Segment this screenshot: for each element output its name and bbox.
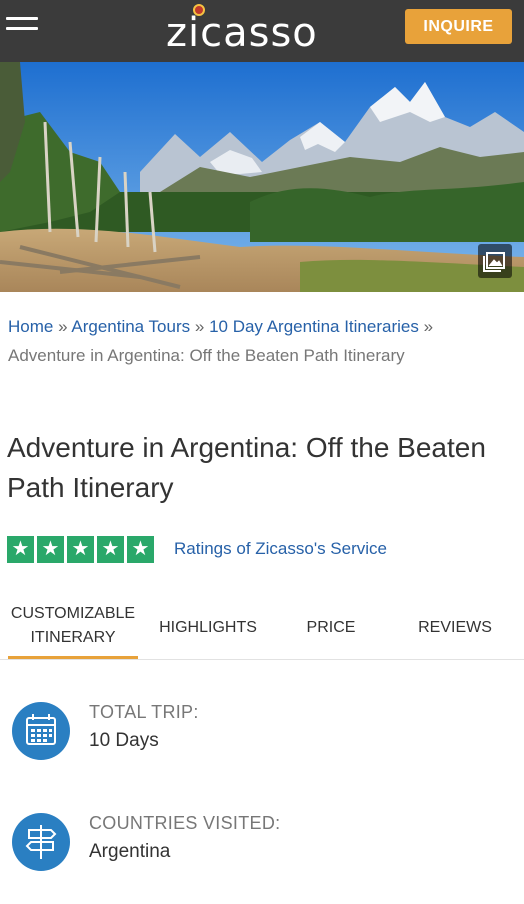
- star-icon: ★: [67, 536, 94, 563]
- page-title: Adventure in Argentina: Off the Beaten P…: [7, 432, 486, 503]
- inquire-button[interactable]: INQUIRE: [405, 9, 512, 44]
- breadcrumb-current: Adventure in Argentina: Off the Beaten P…: [8, 345, 405, 365]
- logo-dot: [193, 4, 205, 16]
- gallery-icon[interactable]: [478, 244, 512, 278]
- signpost-icon: [12, 813, 70, 871]
- breadcrumb-home[interactable]: Home: [8, 317, 53, 336]
- tab-highlights[interactable]: HIGHLIGHTS: [152, 596, 264, 659]
- tab-customizable-itinerary[interactable]: CUSTOMIZABLE ITINERARY: [8, 596, 138, 659]
- breadcrumb-argentina-tours[interactable]: Argentina Tours: [71, 317, 190, 336]
- info-label: TOTAL TRIP:: [89, 702, 199, 722]
- tab-reviews[interactable]: REVIEWS: [410, 596, 500, 659]
- hero-image: [0, 62, 524, 292]
- tab-price[interactable]: PRICE: [296, 596, 366, 659]
- countries-visited-info: COUNTRIES VISITED: Argentina: [12, 813, 492, 873]
- ratings-link[interactable]: Ratings of Zicasso's Service: [174, 539, 387, 559]
- logo-text: zicasso: [166, 10, 318, 56]
- star-icon: ★: [127, 536, 154, 563]
- info-value: Argentina: [89, 841, 171, 862]
- breadcrumb-separator: »: [423, 317, 434, 336]
- star-icon: ★: [7, 536, 34, 563]
- info-label: COUNTRIES VISITED:: [89, 813, 281, 833]
- site-header: zicasso INQUIRE: [0, 0, 524, 62]
- breadcrumb-itineraries[interactable]: 10 Day Argentina Itineraries: [209, 317, 419, 336]
- breadcrumb-separator: »: [194, 317, 205, 336]
- info-value: 10 Days: [89, 730, 159, 751]
- trustpilot-stars: ★ ★ ★ ★ ★: [7, 536, 154, 563]
- star-icon: ★: [97, 536, 124, 563]
- hero-landscape: [0, 62, 524, 292]
- star-icon: ★: [37, 536, 64, 563]
- total-trip-info: TOTAL TRIP: 10 Days: [12, 702, 492, 762]
- zicasso-logo[interactable]: zicasso: [166, 4, 356, 58]
- hamburger-menu-icon[interactable]: [6, 14, 40, 36]
- breadcrumb: Home » Argentina Tours » 10 Day Argentin…: [8, 313, 478, 370]
- calendar-icon: [12, 702, 70, 760]
- breadcrumb-separator: »: [58, 317, 68, 336]
- tab-bar: CUSTOMIZABLE ITINERARY HIGHLIGHTS PRICE …: [0, 596, 524, 660]
